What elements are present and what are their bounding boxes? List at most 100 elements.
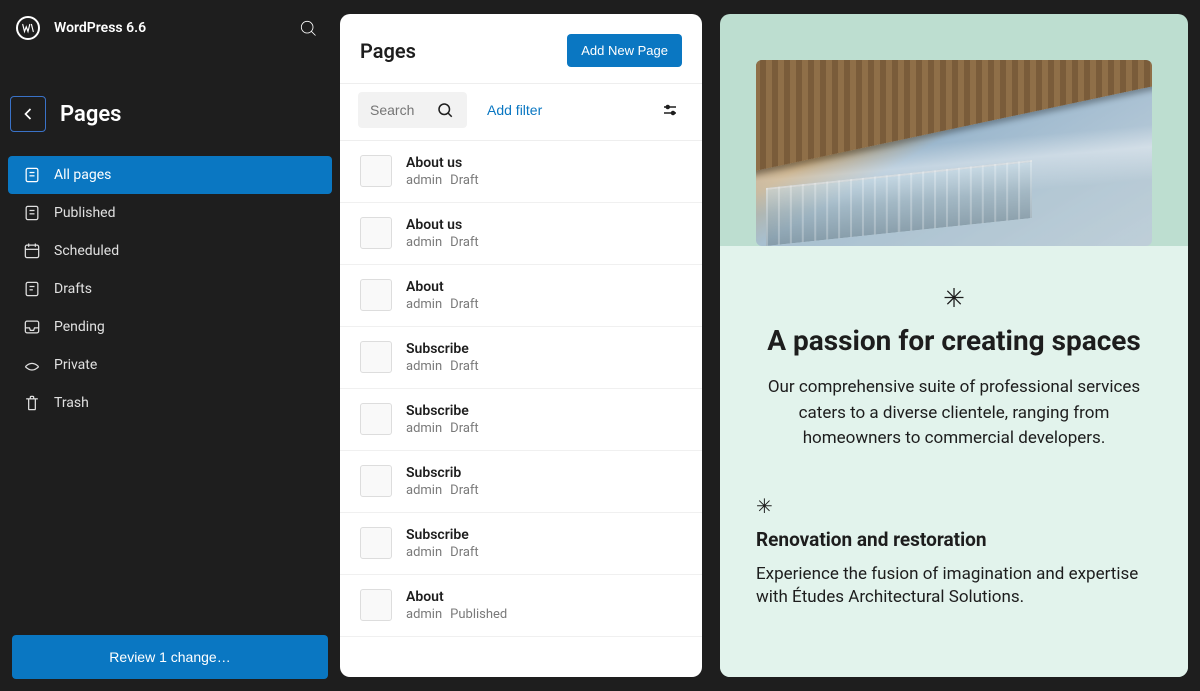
page-thumbnail (360, 589, 392, 621)
hero-image (756, 60, 1152, 246)
add-filter-button[interactable]: Add filter (487, 102, 542, 118)
search-input[interactable] (366, 102, 431, 118)
sidebar-item-scheduled[interactable]: Scheduled (8, 232, 332, 270)
page-author: admin (406, 607, 442, 622)
sidebar-item-drafts[interactable]: Drafts (8, 270, 332, 308)
review-changes-bar: Review 1 change… (0, 623, 340, 691)
page-row[interactable]: About admin Published (340, 575, 702, 637)
sidebar-item-label: Drafts (54, 281, 92, 297)
page-row[interactable]: About us admin Draft (340, 141, 702, 203)
review-changes-button[interactable]: Review 1 change… (12, 635, 328, 679)
page-subtitle: adminDraft (406, 483, 479, 498)
page-status: Draft (450, 545, 479, 560)
page-preview[interactable]: ✳ A passion for creating spaces Our comp… (720, 14, 1188, 677)
back-button[interactable] (10, 96, 46, 132)
chevron-left-icon (18, 104, 38, 124)
page-row[interactable]: Subscribe admin Draft (340, 389, 702, 451)
page-subtitle: admin Draft (406, 421, 479, 436)
page-status: Draft (450, 173, 479, 188)
sidebar-item-label: All pages (54, 167, 111, 183)
page-title: Subscribe (406, 527, 479, 543)
draft-icon (22, 279, 42, 299)
page-thumbnail (360, 403, 392, 435)
pages-list-panel: Pages Add New Page Add filter About us ad… (340, 14, 702, 677)
page-author: admin (406, 359, 442, 374)
site-title: WordPress 6.6 (54, 20, 278, 36)
pages-list-title: Pages (360, 39, 416, 63)
page-thumbnail (360, 527, 392, 559)
page-row[interactable]: AboutadminDraft (340, 265, 702, 327)
page-status: Published (450, 607, 507, 622)
pages-list-toolbar: Add filter (340, 83, 702, 141)
page-author: admin (406, 297, 442, 312)
sidebar-item-pending[interactable]: Pending (8, 308, 332, 346)
search-submit[interactable] (431, 96, 459, 124)
page-subtitle: admin Draft (406, 297, 479, 312)
page-author: admin (406, 173, 442, 188)
page-title: Subscribe (406, 403, 479, 419)
page-subtitle: admin Draft (406, 235, 479, 250)
page-row[interactable]: Subscribe admin Draft (340, 327, 702, 389)
sidebar-topbar: WordPress 6.6 (0, 0, 340, 56)
preview-lead: Our comprehensive suite of professional … (756, 375, 1152, 452)
command-palette-button[interactable] (292, 12, 324, 44)
sidebar-item-label: Private (54, 357, 97, 373)
page-meta: Subscribe admin Draft (406, 341, 479, 374)
sidebar-item-private[interactable]: Private (8, 346, 332, 384)
page-meta: Subscribe admin Draft (406, 403, 479, 436)
page-status: Draft (450, 421, 479, 436)
pages-icon (22, 165, 42, 185)
sidebar-item-label: Published (54, 205, 115, 221)
preview-headline: A passion for creating spaces (756, 324, 1152, 357)
page-thumbnail (360, 217, 392, 249)
page-status: Draft (450, 297, 479, 312)
preview-subheading: Renovation and restoration (756, 528, 1152, 551)
page-title: About us (406, 155, 479, 171)
page-thumbnail (360, 465, 392, 497)
page-row[interactable]: Subscrib adminDraft (340, 451, 702, 513)
page-meta: AboutadminDraft (406, 279, 479, 312)
add-new-page-button[interactable]: Add New Page (567, 34, 682, 67)
sidebar-item-published[interactable]: Published (8, 194, 332, 232)
private-icon (22, 355, 42, 375)
search-icon (298, 18, 318, 38)
page-title: About us (406, 217, 479, 233)
sidebar-item-all-pages[interactable]: All pages (8, 156, 332, 194)
trash-icon (22, 393, 42, 413)
pages-filter-nav: All pages Published Scheduled Drafts Pending… (0, 156, 340, 422)
page-author: admin (406, 421, 442, 436)
page-status: Draft (450, 235, 479, 250)
page-meta: Subscribe admin Draft (406, 527, 479, 560)
page-title: About (406, 589, 507, 605)
wordpress-logo[interactable] (16, 16, 40, 40)
sliders-icon (661, 101, 679, 119)
pages-list-header: Pages Add New Page (340, 14, 702, 83)
calendar-icon (22, 241, 42, 261)
page-thumbnail (360, 279, 392, 311)
page-status: Draft (450, 359, 479, 374)
search-icon (436, 101, 454, 119)
sidebar-item-trash[interactable]: Trash (8, 384, 332, 422)
page-subtitle: admin Published (406, 607, 507, 622)
page-row[interactable]: About us admin Draft (340, 203, 702, 265)
page-thumbnail (360, 341, 392, 373)
sidebar-item-label: Trash (54, 395, 89, 411)
page-meta: About us admin Draft (406, 155, 479, 188)
page-title: Subscrib (406, 465, 479, 481)
page-title: Subscribe (406, 341, 479, 357)
search-field[interactable] (358, 92, 467, 128)
asterisk-icon: ✳ (756, 284, 1152, 314)
inbox-icon (22, 317, 42, 337)
page-row[interactable]: Subscribe admin Draft (340, 513, 702, 575)
page-status: Draft (450, 483, 479, 498)
page-meta: About admin Published (406, 589, 507, 622)
section-title: Pages (60, 102, 121, 127)
page-subtitle: admin Draft (406, 173, 479, 188)
preview-content: ✳ A passion for creating spaces Our comp… (720, 246, 1188, 677)
page-author: admin (406, 235, 442, 250)
page-author: admin (406, 545, 442, 560)
page-subtitle: admin Draft (406, 545, 479, 560)
view-options-button[interactable] (656, 96, 684, 124)
pages-icon (22, 203, 42, 223)
page-subtitle: admin Draft (406, 359, 479, 374)
